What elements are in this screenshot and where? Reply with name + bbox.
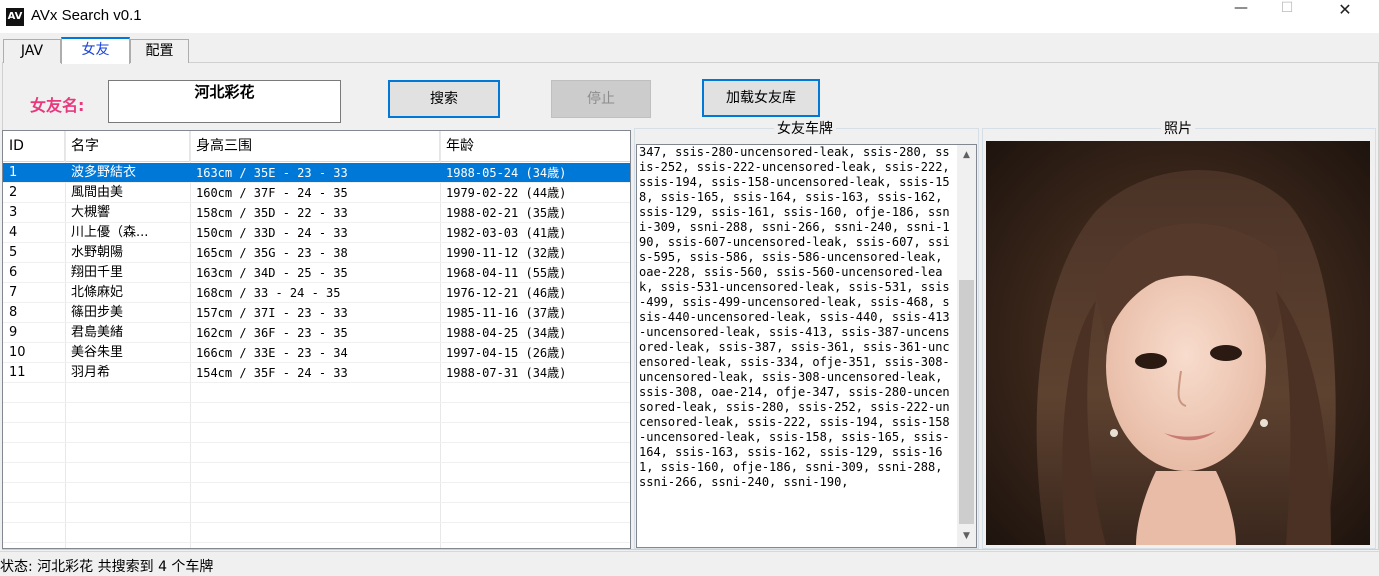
cell-id: 5 — [9, 245, 18, 260]
empty-row — [3, 503, 630, 523]
cell-measurements: 163cm / 34D - 25 - 35 — [196, 266, 348, 280]
tab-config[interactable]: 配置 — [130, 39, 189, 63]
empty-row — [3, 523, 630, 543]
cell-id: 10 — [9, 345, 26, 360]
cell-measurements: 168cm / 33 - 24 - 35 — [196, 286, 341, 300]
cell-name: 風間由美 — [71, 185, 124, 200]
cell-age: 1997-04-15 (26歳) — [446, 346, 567, 360]
cell-age: 1976-12-21 (46歳) — [446, 286, 567, 300]
table-row[interactable]: 10 美谷朱里 166cm / 33E - 23 - 34 1997-04-15 (2… — [3, 343, 630, 363]
cell-id: 4 — [9, 225, 18, 240]
tab-jav[interactable]: JAV — [3, 39, 61, 63]
stop-button[interactable]: 停止 — [551, 80, 651, 118]
maximize-button[interactable]: ☐ — [1264, 0, 1310, 34]
girlfriend-name-label: 女友名: — [30, 96, 85, 115]
title-bar: AV AVx Search v0.1 — ☐ ✕ — [0, 0, 1379, 34]
cell-age: 1988-04-25 (34歳) — [446, 326, 567, 340]
app-icon: AV — [6, 8, 24, 26]
cell-measurements: 160cm / 37F - 24 - 35 — [196, 186, 348, 200]
empty-row — [3, 483, 630, 503]
cell-id: 3 — [9, 205, 18, 220]
cell-name: 大槻響 — [71, 205, 111, 220]
cell-id: 6 — [9, 265, 18, 280]
cell-measurements: 150cm / 33D - 24 - 33 — [196, 226, 348, 240]
photo-title: 照片 — [1161, 121, 1195, 137]
scroll-thumb[interactable] — [959, 280, 974, 524]
status-bar: 状态: 河北彩花 共搜索到 4 个车牌 — [0, 551, 1379, 576]
column-header-measurements[interactable]: 身高三围 — [190, 131, 440, 162]
plates-textbox[interactable]: 347, ssis-280-uncensored-leak, ssis-280,… — [636, 144, 977, 548]
cell-age: 1988-05-24 (34歳) — [446, 166, 567, 180]
cell-measurements: 154cm / 35F - 24 - 33 — [196, 366, 348, 380]
table-row[interactable]: 9 君島美緒 162cm / 36F - 23 - 35 1988-04-25 (34… — [3, 323, 630, 343]
close-button[interactable]: ✕ — [1322, 0, 1368, 34]
cell-name: 美谷朱里 — [71, 345, 124, 360]
status-text: 状态: 河北彩花 共搜索到 4 个车牌 — [0, 559, 214, 575]
table-body: 1 波多野結衣 163cm / 35E - 23 - 33 1988-05-24 (3… — [3, 163, 630, 543]
cell-id: 2 — [9, 185, 18, 200]
cell-id: 1 — [9, 165, 18, 180]
table-row[interactable]: 8 篠田步美 157cm / 37I - 23 - 33 1985-11-16 (37… — [3, 303, 630, 323]
cell-measurements: 166cm / 33E - 23 - 34 — [196, 346, 348, 360]
plates-text: 347, ssis-280-uncensored-leak, ssis-280,… — [639, 145, 957, 489]
tab-girlfriend[interactable]: 女友 — [61, 37, 130, 64]
table-row[interactable]: 3 大槻響 158cm / 35D - 22 - 33 1988-02-21 (35歳… — [3, 203, 630, 223]
table-row[interactable]: 2 風間由美 160cm / 37F - 24 - 35 1979-02-22 (44… — [3, 183, 630, 203]
column-header-id[interactable]: ID — [3, 131, 65, 162]
load-library-button[interactable]: 加载女友库 — [702, 79, 820, 117]
window-title: AVx Search v0.1 — [31, 7, 142, 24]
cell-name: 水野朝陽 — [71, 245, 124, 260]
cell-measurements: 162cm / 36F - 23 - 35 — [196, 326, 348, 340]
portrait-photo — [986, 141, 1370, 545]
cell-name: 川上優（森... — [71, 225, 149, 240]
scroll-down-icon[interactable]: ▼ — [957, 528, 976, 545]
scroll-up-icon[interactable]: ▲ — [957, 147, 976, 164]
cell-measurements: 157cm / 37I - 23 - 33 — [196, 306, 348, 320]
cell-measurements: 158cm / 35D - 22 - 33 — [196, 206, 348, 220]
girlfriend-table[interactable]: ID 名字 身高三围 年龄 1 波多野結衣 163cm / 35E - 23 - 3… — [2, 130, 631, 549]
girlfriend-name-input[interactable]: 河北彩花 — [108, 80, 341, 123]
table-row[interactable]: 11 羽月希 154cm / 35F - 24 - 33 1988-07-31 (34… — [3, 363, 630, 383]
column-header-name[interactable]: 名字 — [65, 131, 190, 162]
table-row[interactable]: 7 北條麻妃 168cm / 33 - 24 - 35 1976-12-21 (46歳… — [3, 283, 630, 303]
empty-row — [3, 423, 630, 443]
cell-age: 1985-11-16 (37歳) — [446, 306, 567, 320]
cell-age: 1988-07-31 (34歳) — [446, 366, 567, 380]
cell-age: 1982-03-03 (41歳) — [446, 226, 567, 240]
cell-measurements: 163cm / 35E - 23 - 33 — [196, 166, 348, 180]
cell-name: 羽月希 — [71, 365, 111, 380]
table-row[interactable]: 5 水野朝陽 165cm / 35G - 23 - 38 1990-11-12 (32… — [3, 243, 630, 263]
search-button[interactable]: 搜索 — [388, 80, 500, 118]
table-row[interactable]: 6 翔田千里 163cm / 34D - 25 - 35 1968-04-11 (55… — [3, 263, 630, 283]
minimize-button[interactable]: — — [1218, 0, 1264, 34]
cell-measurements: 165cm / 35G - 23 - 38 — [196, 246, 348, 260]
plates-scrollbar[interactable]: ▲ ▼ — [957, 145, 976, 547]
portrait-image — [986, 141, 1370, 545]
cell-id: 11 — [9, 365, 26, 380]
table-row[interactable]: 1 波多野結衣 163cm / 35E - 23 - 33 1988-05-24 (3… — [3, 163, 630, 183]
table-header: ID 名字 身高三围 年龄 — [3, 131, 630, 162]
cell-name: 波多野結衣 — [71, 165, 137, 180]
empty-row — [3, 443, 630, 463]
cell-id: 8 — [9, 305, 18, 320]
empty-row — [3, 463, 630, 483]
column-header-age[interactable]: 年龄 — [440, 131, 630, 162]
cell-id: 9 — [9, 325, 18, 340]
cell-name: 君島美緒 — [71, 325, 124, 340]
cell-age: 1979-02-22 (44歳) — [446, 186, 567, 200]
plates-title: 女友车牌 — [774, 121, 836, 137]
cell-age: 1990-11-12 (32歳) — [446, 246, 567, 260]
cell-name: 北條麻妃 — [71, 285, 124, 300]
cell-id: 7 — [9, 285, 18, 300]
empty-row — [3, 383, 630, 403]
table-row[interactable]: 4 川上優（森... 150cm / 33D - 24 - 33 1982-03-03… — [3, 223, 630, 243]
cell-age: 1988-02-21 (35歳) — [446, 206, 567, 220]
cell-name: 翔田千里 — [71, 265, 124, 280]
empty-row — [3, 403, 630, 423]
cell-age: 1968-04-11 (55歳) — [446, 266, 567, 280]
cell-name: 篠田步美 — [71, 305, 124, 320]
